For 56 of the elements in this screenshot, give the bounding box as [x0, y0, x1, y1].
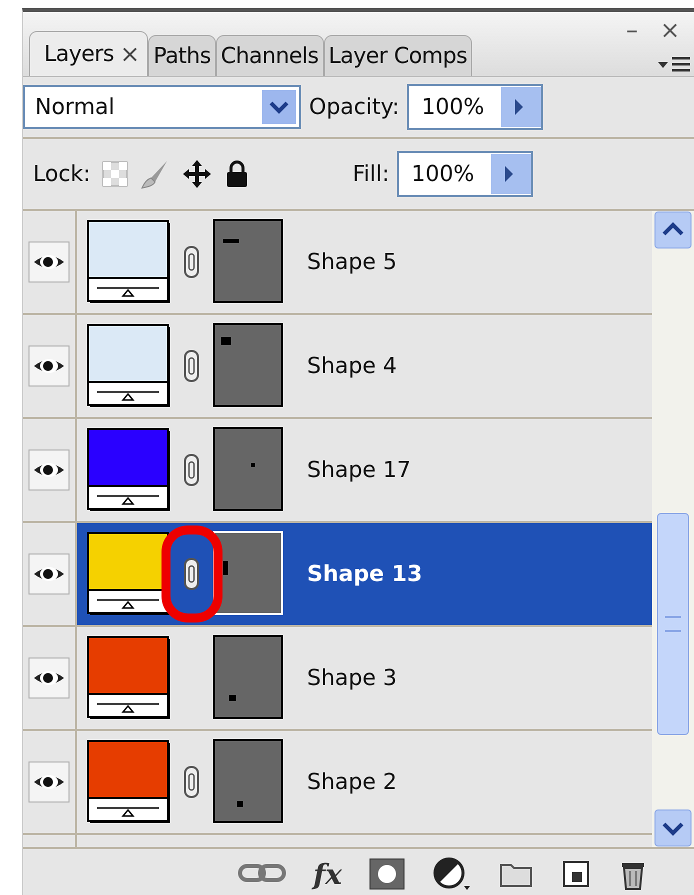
layer-row[interactable]: Shape 17 — [77, 419, 652, 521]
layer-name: Shape 13 — [307, 562, 422, 586]
fill-field[interactable]: 100% — [397, 151, 534, 197]
eye-icon[interactable] — [28, 761, 70, 803]
panel-tab[interactable]: Paths — [148, 35, 216, 76]
baseline-triangle-icon — [97, 287, 159, 297]
eye-icon[interactable] — [28, 449, 70, 491]
panel-menu-icon[interactable] — [656, 54, 692, 74]
close-button[interactable]: × — [660, 16, 680, 44]
layer-row[interactable]: Shape 13 — [77, 523, 652, 625]
caret-right-icon[interactable] — [501, 87, 542, 127]
layer-row[interactable]: Shape 3 — [77, 627, 652, 729]
eye-icon[interactable] — [28, 241, 70, 283]
eye-icon[interactable] — [28, 345, 70, 387]
baseline-triangle-icon — [97, 599, 159, 609]
baseline-triangle-icon — [97, 495, 159, 505]
layer-name: Shape 17 — [307, 458, 411, 482]
panel-tab[interactable]: Layer Comps — [324, 35, 472, 76]
layer-row[interactable]: Shape 2 — [77, 731, 652, 833]
opacity-field[interactable]: 100% — [407, 84, 544, 130]
layer-name: Shape 4 — [307, 354, 397, 378]
layer-row[interactable]: Shape 4 — [77, 315, 652, 417]
blend-mode-dropdown[interactable]: Normal — [23, 85, 301, 129]
new-layer-icon[interactable] — [560, 858, 592, 890]
layer-name: Shape 2 — [307, 770, 397, 794]
chain-link-icon[interactable] — [182, 245, 202, 279]
close-icon[interactable]: × — [120, 40, 140, 68]
scroll-down-button[interactable] — [654, 809, 692, 847]
move-icon[interactable] — [180, 158, 213, 190]
minimize-button[interactable]: – — [626, 16, 638, 44]
caret-right-icon[interactable] — [491, 154, 532, 194]
eye-icon[interactable] — [28, 657, 70, 699]
mask-icon[interactable] — [368, 857, 406, 891]
baseline-triangle-icon — [97, 807, 159, 817]
layer-row[interactable]: Shape 5 — [77, 211, 652, 313]
baseline-triangle-icon — [97, 703, 159, 713]
eye-icon[interactable] — [28, 553, 70, 595]
lock-label: Lock: — [33, 162, 91, 186]
scroll-up-button[interactable] — [654, 211, 692, 249]
fill-label: Fill: — [352, 162, 390, 186]
scroll-thumb[interactable] — [657, 513, 689, 735]
chain-link-icon[interactable] — [182, 557, 202, 591]
panel-tab[interactable]: Channels — [216, 35, 324, 76]
scrollbar[interactable] — [652, 211, 694, 847]
layer-name: Shape 3 — [307, 666, 397, 690]
layer-name: Shape 5 — [307, 250, 397, 274]
chain-link-icon[interactable] — [182, 349, 202, 383]
chain-link-icon[interactable] — [182, 765, 202, 799]
baseline-triangle-icon — [97, 391, 159, 401]
fx-button[interactable]: fx — [313, 858, 342, 890]
half-circle-icon[interactable] — [432, 856, 472, 892]
checkerboard-icon[interactable] — [100, 160, 129, 188]
opacity-label: Opacity: — [309, 94, 400, 120]
panel-tab[interactable]: Layers × — [29, 31, 148, 76]
chain-link-icon[interactable] — [182, 453, 202, 487]
chevron-down-icon — [262, 90, 296, 124]
